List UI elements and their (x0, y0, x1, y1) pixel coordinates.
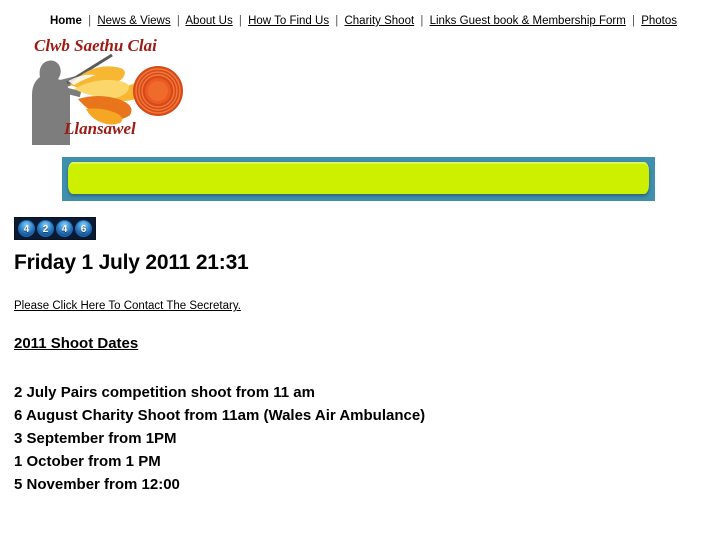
counter-digit: 2 (37, 220, 54, 237)
nav-item-charity-shoot[interactable]: Charity Shoot (344, 15, 414, 27)
list-item: 6 August Charity Shoot from 11am (Wales … (14, 407, 426, 424)
nav-item-photos[interactable]: Photos (641, 15, 677, 27)
nav-item-news-views[interactable]: News & Views (97, 15, 170, 27)
clay-target-icon (133, 66, 183, 116)
list-item: 5 November from 12:00 (14, 476, 180, 493)
contact-secretary-link[interactable]: Please Click Here To Contact The Secreta… (14, 299, 241, 313)
nav-separator: | (420, 15, 424, 27)
shoot-dates-heading: 2011 Shoot Dates (14, 335, 139, 352)
nav-item-about-us[interactable]: About Us (185, 15, 232, 27)
main-content: Friday 1 July 2011 21:31 Please Click He… (14, 250, 714, 496)
nav-item-home[interactable]: Home (50, 15, 82, 27)
counter-digit: 4 (18, 220, 35, 237)
page-title: Friday 1 July 2011 21:31 (14, 251, 249, 274)
list-item: 1 October from 1 PM (14, 453, 161, 470)
nav-separator: | (88, 15, 92, 27)
logo-subtitle: Llansawel (63, 119, 136, 138)
nav-separator: | (238, 15, 242, 27)
header-banner (62, 157, 655, 201)
banner-bar (68, 162, 649, 194)
nav-item-how-to-find-us[interactable]: How To Find Us (248, 15, 329, 27)
list-item: 3 September from 1PM (14, 430, 177, 447)
nav-separator: | (335, 15, 339, 27)
hit-counter: 4 2 4 6 (14, 217, 96, 240)
main-navigation: Home | News & Views | About Us | How To … (0, 0, 727, 28)
list-item: 2 July Pairs competition shoot from 11 a… (14, 384, 315, 401)
logo-title: Clwb Saethu Clai (34, 36, 157, 55)
counter-digit: 6 (75, 220, 92, 237)
nav-separator: | (176, 15, 180, 27)
nav-separator: | (632, 15, 635, 27)
shoot-dates-list: 2 July Pairs competition shoot from 11 a… (14, 381, 714, 496)
counter-digit: 4 (56, 220, 73, 237)
club-logo: Clwb Saethu Clai Llansawel (12, 33, 192, 151)
nav-item-links-guestbook-membership[interactable]: Links Guest book & Membership Form (430, 15, 626, 27)
